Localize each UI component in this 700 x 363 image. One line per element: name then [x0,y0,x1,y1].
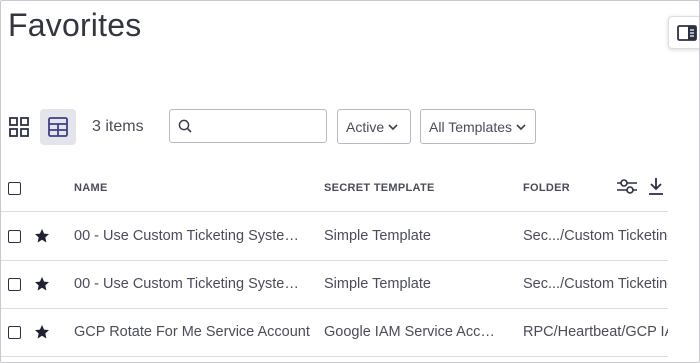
column-header-folder[interactable]: FOLDER [523,182,570,194]
row-checkbox[interactable] [8,230,21,243]
row-divider [1,211,668,212]
page-title: Favorites [8,7,142,43]
star-filled-icon[interactable] [34,324,50,340]
cell-name[interactable]: 00 - Use Custom Ticketing System Te [74,276,308,292]
table-view-icon [48,117,68,137]
select-all-checkbox[interactable] [8,182,21,195]
cell-folder: Sec.../Custom Ticketing [523,228,668,244]
cell-name[interactable]: 00 - Use Custom Ticketing System Te [74,228,308,244]
side-panel-toggle-button[interactable] [668,16,699,49]
cell-secret-template: Google IAM Service Account [324,324,502,340]
row-divider [1,356,668,357]
row-checkbox[interactable] [8,326,21,339]
column-header-name[interactable]: NAME [74,182,108,194]
cell-name[interactable]: GCP Rotate For Me Service Account [74,324,314,340]
status-filter-label: Active [346,118,385,135]
table-view-button[interactable] [40,109,76,145]
row-checkbox[interactable] [8,278,21,291]
side-panel-icon [677,24,697,41]
column-settings-icon[interactable] [616,177,638,195]
chevron-down-icon [516,123,526,130]
cell-folder: RPC/Heartbeat/GCP IAM [523,324,668,340]
search-icon [178,119,192,133]
row-divider [1,308,668,309]
favorites-page: Favorites 3 items Active All Templates N… [0,0,700,363]
search-box[interactable] [169,109,327,143]
search-input[interactable] [200,115,324,139]
cell-folder: Sec.../Custom Ticketing [523,276,668,292]
star-filled-icon[interactable] [34,228,50,244]
table-header-actions [616,177,664,195]
cell-secret-template: Simple Template [324,228,431,244]
item-count: 3 items [92,118,144,135]
download-icon[interactable] [648,177,664,195]
status-filter-dropdown[interactable]: Active [337,109,411,144]
grid-view-icon [9,117,29,137]
column-header-secret-template[interactable]: SECRET TEMPLATE [324,182,435,194]
chevron-down-icon [388,123,398,130]
grid-view-button[interactable] [1,109,37,145]
template-filter-dropdown[interactable]: All Templates [420,109,536,144]
template-filter-label: All Templates [429,118,513,135]
star-filled-icon[interactable] [34,276,50,292]
row-divider [1,260,668,261]
cell-secret-template: Simple Template [324,276,431,292]
